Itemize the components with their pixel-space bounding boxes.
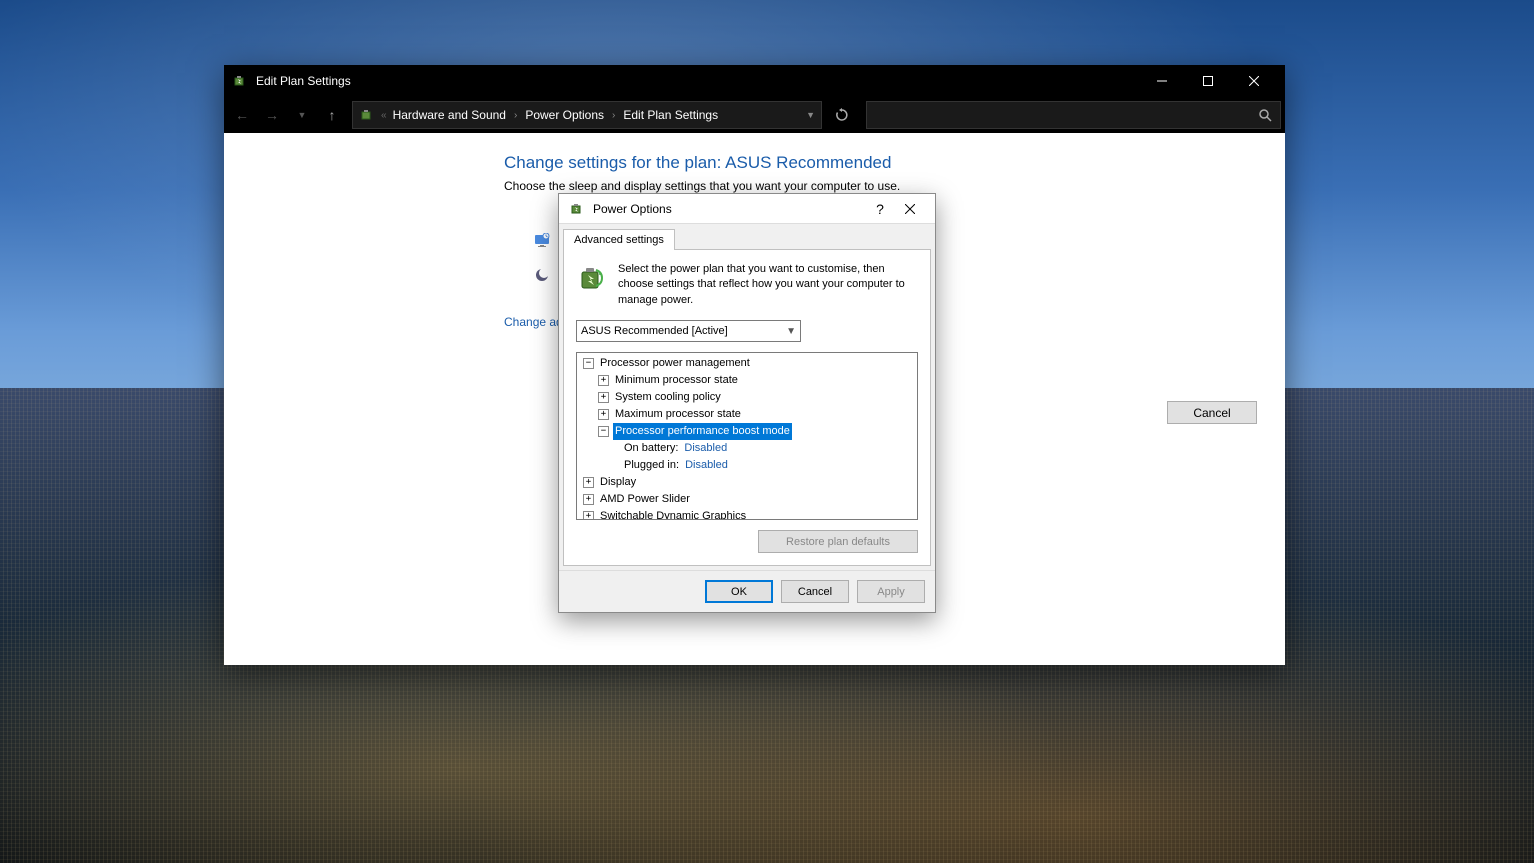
battery-icon (359, 107, 375, 123)
tree-boost-on-battery[interactable]: On battery Disabled (579, 440, 915, 457)
address-bar: ← → ▼ ↑ « Hardware and Sound › Power Opt… (224, 97, 1285, 133)
back-button[interactable]: ← (228, 101, 256, 129)
chevron-down-icon: ▼ (786, 326, 796, 337)
expand-icon[interactable]: + (598, 409, 609, 420)
tree-display[interactable]: + Display (579, 474, 915, 491)
titlebar[interactable]: Edit Plan Settings (224, 65, 1285, 97)
tree-max-processor-state[interactable]: + Maximum processor state (579, 406, 915, 423)
cancel-button[interactable]: Cancel (781, 580, 849, 603)
recent-dropdown[interactable]: ▼ (288, 101, 316, 129)
tree-processor-power-mgmt[interactable]: − Processor power management (579, 355, 915, 372)
tab-advanced-settings[interactable]: Advanced settings (563, 229, 675, 250)
power-plan-dropdown[interactable]: ASUS Recommended [Active] ▼ (576, 320, 801, 342)
breadcrumb-hardware[interactable]: Hardware and Sound (387, 108, 512, 122)
dialog-footer: OK Cancel Apply (559, 570, 935, 612)
dialog-titlebar[interactable]: Power Options ? (559, 194, 935, 224)
chevron-right-icon: › (610, 110, 617, 121)
window-title: Edit Plan Settings (256, 74, 1139, 88)
apply-button[interactable]: Apply (857, 580, 925, 603)
battery-large-icon (576, 262, 608, 294)
tab-panel: Select the power plan that you want to c… (563, 249, 931, 566)
breadcrumb-path[interactable]: « Hardware and Sound › Power Options › E… (352, 101, 822, 129)
expand-icon[interactable]: + (598, 375, 609, 386)
restore-defaults-button[interactable]: Restore plan defaults (758, 530, 918, 553)
dialog-title: Power Options (593, 202, 865, 216)
close-button[interactable] (1231, 65, 1277, 97)
maximize-button[interactable] (1185, 65, 1231, 97)
ok-button[interactable]: OK (705, 580, 773, 603)
chevron-right-icon: › (512, 110, 519, 121)
power-options-dialog: Power Options ? Advanced settings Select… (558, 193, 936, 613)
up-button[interactable]: ↑ (318, 101, 346, 129)
tree-amd-power-slider[interactable]: + AMD Power Slider (579, 491, 915, 508)
address-dropdown-icon[interactable]: ▼ (806, 110, 815, 120)
breadcrumb-power-options[interactable]: Power Options (519, 108, 610, 122)
search-box[interactable] (866, 101, 1281, 129)
search-icon[interactable] (1258, 108, 1272, 122)
tree-min-processor-state[interactable]: + Minimum processor state (579, 372, 915, 389)
settings-tree: − Processor power management + Minimum p… (576, 352, 918, 520)
tree-boost-plugged-in[interactable]: Plugged in Disabled (579, 457, 915, 474)
expand-icon[interactable]: + (583, 511, 594, 519)
expand-icon[interactable]: + (583, 494, 594, 505)
forward-button[interactable]: → (258, 101, 286, 129)
search-input[interactable] (875, 108, 1258, 122)
collapse-icon[interactable]: − (583, 358, 594, 369)
dropdown-value: ASUS Recommended [Active] (581, 325, 728, 337)
plan-heading: Change settings for the plan: ASUS Recom… (504, 153, 1255, 173)
dialog-close-button[interactable] (895, 194, 925, 224)
battery-icon (232, 73, 248, 89)
dialog-help-button[interactable]: ? (865, 194, 895, 224)
minimize-button[interactable] (1139, 65, 1185, 97)
refresh-button[interactable] (828, 101, 856, 129)
moon-icon (534, 267, 550, 283)
expand-icon[interactable]: + (583, 477, 594, 488)
tree-boost-mode[interactable]: − Processor performance boost mode (579, 423, 915, 440)
expand-icon[interactable]: + (598, 392, 609, 403)
tree-system-cooling[interactable]: + System cooling policy (579, 389, 915, 406)
breadcrumb-edit-plan[interactable]: Edit Plan Settings (617, 108, 724, 122)
tree-scroll[interactable]: − Processor power management + Minimum p… (577, 353, 917, 519)
tree-switchable-graphics[interactable]: + Switchable Dynamic Graphics (579, 508, 915, 519)
plan-subheading: Choose the sleep and display settings th… (504, 179, 1255, 193)
monitor-icon (534, 233, 550, 249)
dialog-description: Select the power plan that you want to c… (618, 262, 918, 308)
collapse-icon[interactable]: − (598, 426, 609, 437)
tab-row: Advanced settings (559, 224, 935, 249)
main-cancel-button[interactable]: Cancel (1167, 401, 1257, 424)
battery-icon (569, 201, 585, 217)
